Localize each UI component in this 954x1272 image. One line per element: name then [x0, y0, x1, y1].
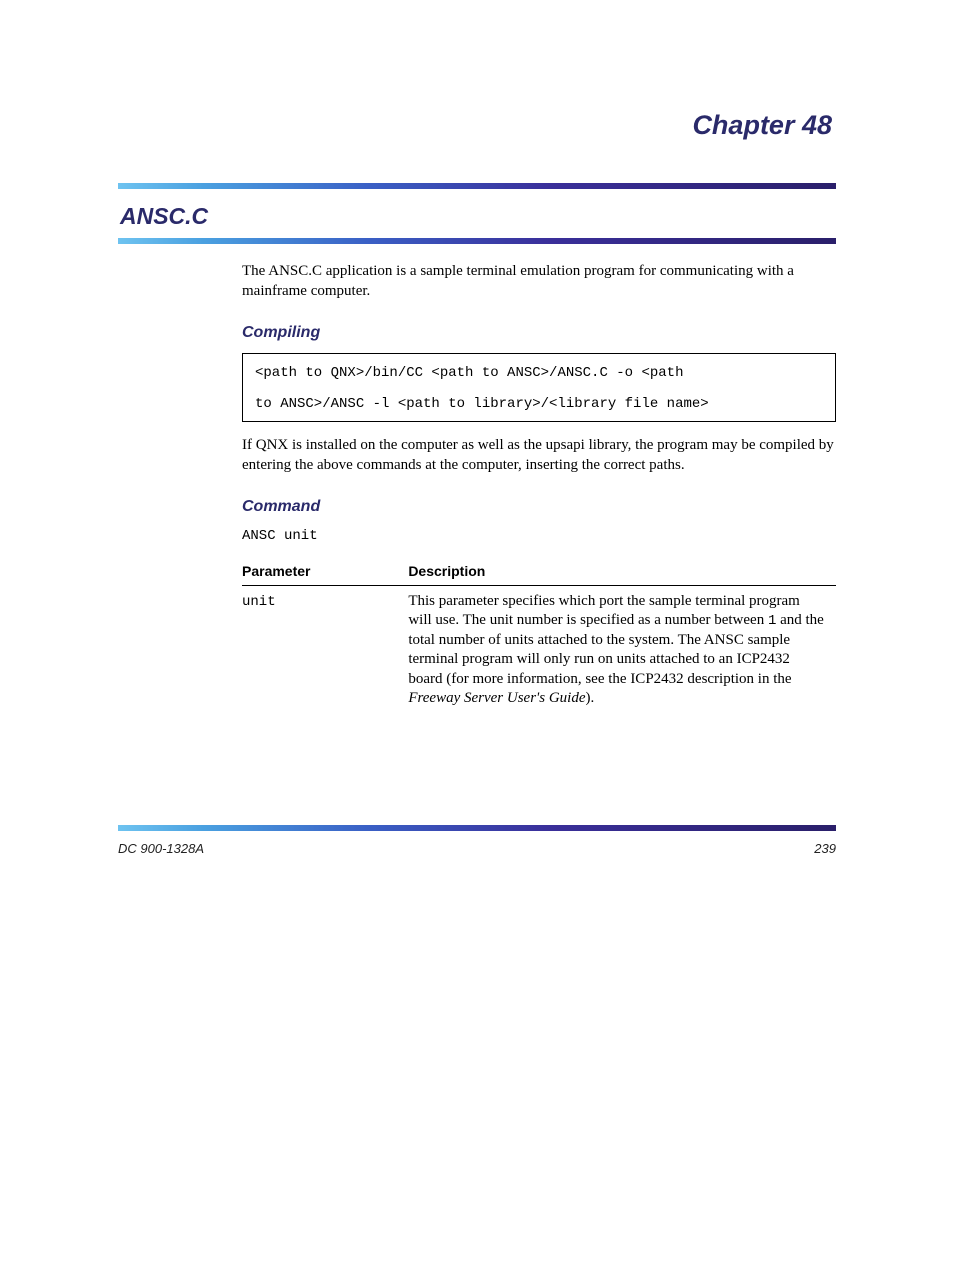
parameters-table: Parameter Description unit This paramete… — [242, 558, 836, 714]
table-header-description: Description — [408, 558, 836, 585]
param-name: unit — [242, 594, 276, 610]
gradient-rule-under-title — [118, 238, 836, 244]
gradient-rule-footer — [118, 825, 836, 831]
command-syntax: ANSC unit — [242, 527, 836, 546]
table-row: unit This parameter specifies which port… — [242, 585, 836, 715]
page-footer: DC 900-1328A 239 — [118, 841, 836, 856]
footer-page-number: 239 — [814, 841, 836, 856]
compile-command-line2: to ANSC>/ANSC -l <path to library>/<libr… — [255, 395, 823, 414]
param-description: This parameter specifies which port the … — [408, 585, 836, 715]
table-header-parameter: Parameter — [242, 558, 408, 585]
section-heading-command: Command — [242, 496, 836, 517]
compile-description: If QNX is installed on the computer as w… — [242, 436, 836, 476]
chapter-label: Chapter 48 — [118, 110, 836, 141]
compile-command-line1: <path to QNX>/bin/CC <path to ANSC>/ANSC… — [255, 364, 823, 383]
intro-paragraph: The ANSC.C application is a sample termi… — [242, 262, 836, 302]
section-heading-compiling: Compiling — [242, 322, 836, 343]
gradient-rule-top — [118, 183, 836, 189]
compile-command-box: <path to QNX>/bin/CC <path to ANSC>/ANSC… — [242, 353, 836, 423]
footer-doc-id: DC 900-1328A — [118, 841, 204, 856]
page-title: ANSC.C — [118, 203, 836, 230]
